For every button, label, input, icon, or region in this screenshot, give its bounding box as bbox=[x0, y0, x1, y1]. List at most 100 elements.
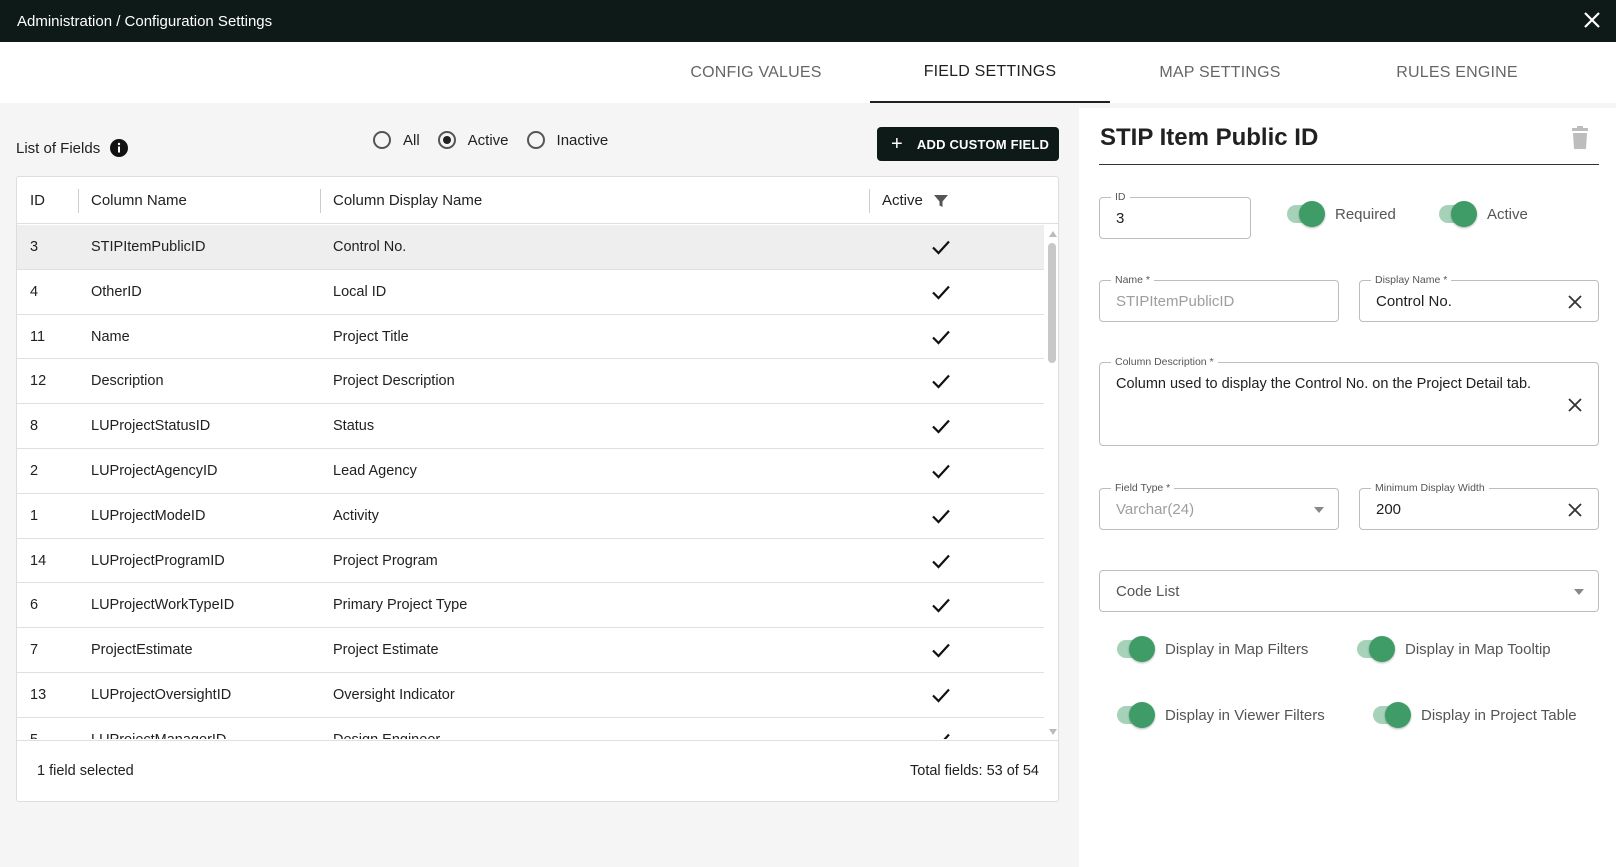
clear-icon[interactable] bbox=[1568, 295, 1582, 309]
name-label: Name * bbox=[1111, 274, 1155, 286]
column-divider[interactable] bbox=[320, 189, 321, 213]
table-row[interactable]: 14 LUProjectProgramID Project Program bbox=[17, 539, 1044, 584]
cell-id: 2 bbox=[30, 462, 39, 479]
detail-title: STIP Item Public ID bbox=[1100, 124, 1319, 151]
display-name-field[interactable]: Display Name * Control No. bbox=[1359, 274, 1599, 322]
close-icon[interactable] bbox=[1580, 8, 1604, 32]
toggle-track bbox=[1373, 702, 1411, 728]
table-row[interactable]: 13 LUProjectOversightID Oversight Indicato… bbox=[17, 673, 1044, 718]
add-button-label: ADD CUSTOM FIELD bbox=[916, 136, 1050, 152]
column-header-name[interactable]: Column Name bbox=[91, 177, 187, 224]
scroll-down-arrow[interactable] bbox=[1049, 729, 1057, 735]
scroll-thumb[interactable] bbox=[1048, 243, 1056, 363]
cell-display-name: Activity bbox=[333, 507, 379, 524]
active-toggle[interactable]: Active bbox=[1439, 201, 1528, 227]
id-value: 3 bbox=[1116, 210, 1125, 227]
cell-display-name: Project Program bbox=[333, 552, 438, 569]
cell-column-name: ProjectEstimate bbox=[91, 642, 193, 659]
radio-label: All bbox=[403, 131, 420, 149]
fields-table: ID Column Name Column Display Name Activ… bbox=[16, 176, 1059, 802]
code-list-select[interactable]: Code List bbox=[1099, 570, 1599, 612]
cell-column-name: LUProjectWorkTypeID bbox=[91, 597, 235, 614]
cell-id: 6 bbox=[30, 597, 39, 614]
cell-display-name: Status bbox=[333, 418, 375, 435]
column-divider[interactable] bbox=[869, 189, 870, 213]
check-icon bbox=[932, 330, 950, 345]
check-icon bbox=[932, 509, 950, 524]
table-row[interactable]: 2 LUProjectAgencyID Lead Agency bbox=[17, 449, 1044, 494]
table-row[interactable]: 3 STIPItemPublicID Control No. bbox=[17, 225, 1044, 270]
cell-active bbox=[931, 583, 951, 627]
table-body: 3 STIPItemPublicID Control No. 4 OtherID Loca… bbox=[17, 225, 1044, 739]
cell-active bbox=[931, 359, 951, 403]
required-toggle[interactable]: Required bbox=[1287, 201, 1396, 227]
column-divider[interactable] bbox=[78, 189, 79, 213]
min-display-width-field[interactable]: Minimum Display Width 200 bbox=[1359, 482, 1599, 530]
column-description-field[interactable]: Column Description * Column used to disp… bbox=[1099, 356, 1599, 446]
cell-column-name: LUProjectModeID bbox=[91, 507, 206, 524]
clear-icon[interactable] bbox=[1568, 398, 1582, 412]
cell-active bbox=[931, 315, 951, 359]
name-field[interactable]: Name * STIPItemPublicID bbox=[1099, 274, 1339, 322]
id-field[interactable]: ID 3 bbox=[1099, 191, 1251, 239]
radio-all[interactable]: All bbox=[373, 131, 420, 149]
list-title-text: List of Fields bbox=[16, 139, 101, 157]
table-row[interactable]: 5 LUProjectManagerID Design Engineer bbox=[17, 718, 1044, 739]
cell-column-name: OtherID bbox=[91, 283, 142, 300]
active-label: Active bbox=[1487, 205, 1528, 223]
check-icon bbox=[932, 285, 950, 300]
display-in-map-tooltip-toggle[interactable]: Display in Map Tooltip bbox=[1357, 636, 1551, 662]
table-scrollbar[interactable] bbox=[1046, 227, 1058, 739]
add-custom-field-button[interactable]: + ADD CUSTOM FIELD bbox=[877, 127, 1059, 161]
info-icon[interactable] bbox=[110, 139, 129, 157]
field-type-label: Field Type * bbox=[1111, 482, 1175, 494]
cell-id: 1 bbox=[30, 507, 39, 524]
table-header: ID Column Name Column Display Name Activ… bbox=[17, 177, 1058, 224]
table-row[interactable]: 6 LUProjectWorkTypeID Primary Project Type bbox=[17, 583, 1044, 629]
chevron-down-icon bbox=[1314, 507, 1324, 513]
tab-rules-engine[interactable]: RULES ENGINE bbox=[1337, 42, 1577, 103]
toggle-track bbox=[1287, 201, 1325, 227]
toggle-knob bbox=[1299, 201, 1325, 227]
radio-circle bbox=[437, 131, 456, 149]
cell-active bbox=[931, 628, 951, 672]
display-in-map-filters-toggle[interactable]: Display in Map Filters bbox=[1117, 636, 1308, 662]
cell-id: 11 bbox=[30, 328, 46, 345]
filter-icon[interactable] bbox=[933, 193, 949, 209]
table-row[interactable]: 4 OtherID Local ID bbox=[17, 270, 1044, 315]
table-row[interactable]: 11 Name Project Title bbox=[17, 315, 1044, 360]
radio-active[interactable]: Active bbox=[437, 131, 509, 149]
chevron-down-icon bbox=[1574, 589, 1584, 595]
display-in-project-table-toggle[interactable]: Display in Project Table bbox=[1373, 702, 1577, 728]
scroll-up-arrow[interactable] bbox=[1049, 231, 1057, 237]
check-icon bbox=[932, 643, 950, 658]
toggle-label: Display in Map Tooltip bbox=[1405, 640, 1551, 658]
display-name-value: Control No. bbox=[1376, 293, 1452, 310]
cell-display-name: Control No. bbox=[333, 239, 407, 255]
title-underline bbox=[1099, 164, 1599, 165]
radio-inactive[interactable]: Inactive bbox=[526, 131, 608, 149]
column-header-active-label[interactable]: Active bbox=[882, 192, 923, 209]
cell-id: 13 bbox=[30, 686, 47, 703]
column-header-display-name[interactable]: Column Display Name bbox=[333, 177, 482, 224]
clear-icon[interactable] bbox=[1568, 503, 1582, 517]
cell-active bbox=[931, 404, 951, 448]
table-row[interactable]: 12 Description Project Description bbox=[17, 359, 1044, 405]
table-row[interactable]: 1 LUProjectModeID Activity bbox=[17, 494, 1044, 539]
field-detail-panel: STIP Item Public ID ID 3 Required Active… bbox=[1079, 108, 1616, 867]
tab-field-settings[interactable]: FIELD SETTINGS bbox=[870, 42, 1110, 103]
display-name-label: Display Name * bbox=[1371, 274, 1452, 286]
toggle-track bbox=[1117, 702, 1155, 728]
table-row[interactable]: 7 ProjectEstimate Project Estimate bbox=[17, 628, 1044, 673]
tab-config-values[interactable]: CONFIG VALUES bbox=[636, 42, 876, 103]
id-label: ID bbox=[1111, 191, 1130, 203]
field-type-select[interactable]: Field Type * Varchar(24) bbox=[1099, 482, 1339, 530]
radio-circle bbox=[526, 131, 545, 149]
table-row[interactable]: 8 LUProjectStatusID Status bbox=[17, 404, 1044, 449]
check-icon bbox=[943, 733, 950, 739]
toggle-label: Display in Project Table bbox=[1421, 706, 1577, 724]
column-header-id[interactable]: ID bbox=[30, 177, 45, 224]
display-in-viewer-filters-toggle[interactable]: Display in Viewer Filters bbox=[1117, 702, 1325, 728]
tab-map-settings[interactable]: MAP SETTINGS bbox=[1100, 42, 1340, 103]
trash-icon[interactable] bbox=[1569, 126, 1591, 150]
